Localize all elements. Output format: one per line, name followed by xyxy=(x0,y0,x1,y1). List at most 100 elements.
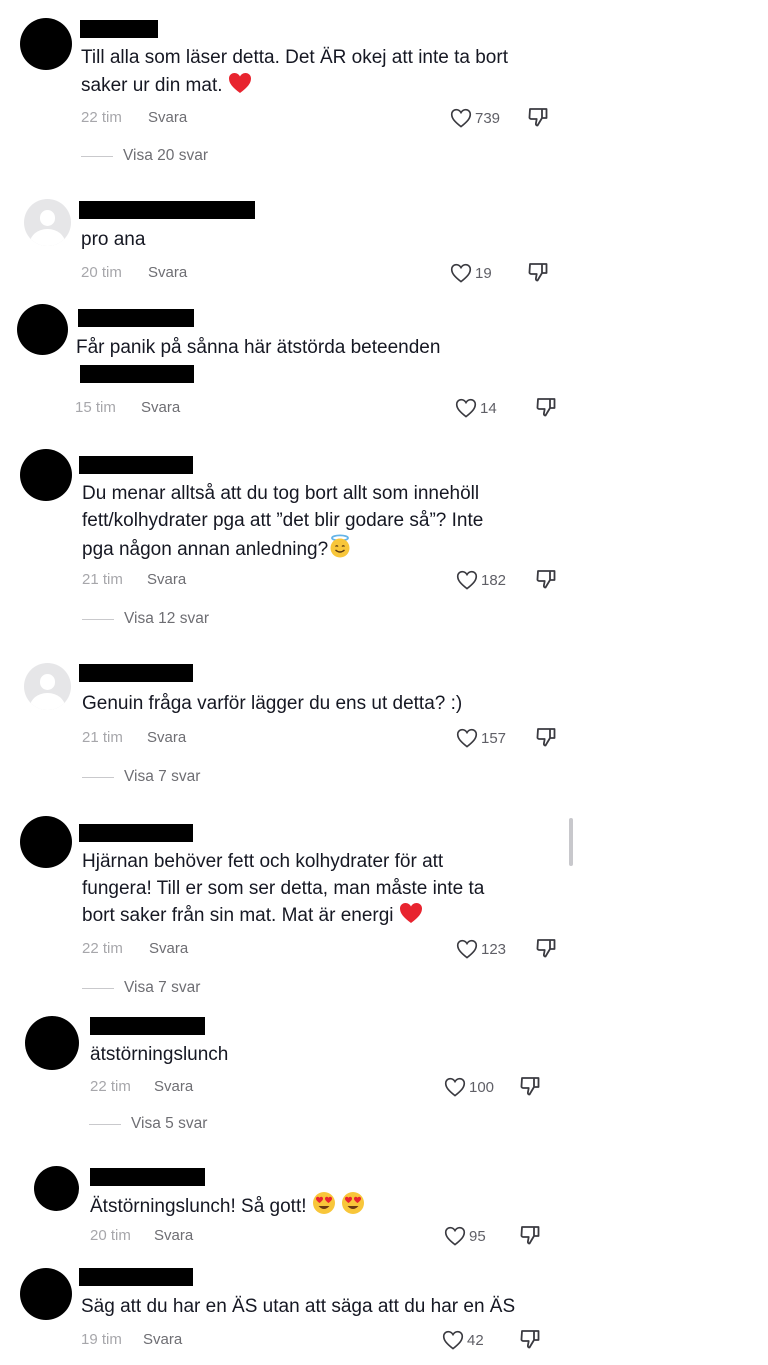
reply-button[interactable]: Svara xyxy=(148,108,187,128)
reply-button[interactable]: Svara xyxy=(154,1077,193,1097)
red-heart-emoji xyxy=(228,72,252,103)
comment-text-line: pro ana xyxy=(81,229,146,250)
avatar[interactable] xyxy=(34,1166,79,1211)
comment-text-line: Du menar alltså att du tog bort allt som… xyxy=(82,483,480,504)
thumbs-down-icon xyxy=(520,1330,540,1349)
like-count: 739 xyxy=(475,109,501,127)
thumbs-down-icon xyxy=(536,728,556,747)
like-count: 157 xyxy=(481,729,507,747)
like-button[interactable]: 14 xyxy=(455,397,497,419)
reply-button[interactable]: Svara xyxy=(147,728,186,748)
reply-button[interactable]: Svara xyxy=(154,1226,193,1246)
avatar[interactable] xyxy=(20,1268,72,1320)
like-button[interactable]: 182 xyxy=(456,569,506,591)
like-button[interactable]: 100 xyxy=(444,1076,494,1098)
dislike-button[interactable] xyxy=(527,106,549,128)
comment-time: 21 tim xyxy=(82,729,123,746)
comment-time: 15 tim xyxy=(75,399,116,416)
comment-time: 22 tim xyxy=(81,109,122,126)
avatar[interactable] xyxy=(20,449,72,501)
comment-text: ätstörningslunch xyxy=(90,1042,228,1069)
divider xyxy=(81,155,113,157)
thumbs-down-icon xyxy=(520,1077,540,1096)
comment-time: 20 tim xyxy=(90,1227,131,1244)
like-button[interactable]: 157 xyxy=(456,727,506,749)
like-count: 123 xyxy=(481,940,507,958)
view-replies-label: Visa 20 svar xyxy=(123,147,209,164)
reply-button[interactable]: Svara xyxy=(148,263,187,283)
avatar[interactable] xyxy=(25,1016,79,1070)
thumbs-down-icon xyxy=(528,263,548,282)
avatar[interactable] xyxy=(17,304,68,355)
comment-time: 21 tim xyxy=(82,571,123,588)
reply-button[interactable]: Svara xyxy=(147,570,186,590)
dislike-button[interactable] xyxy=(519,1224,541,1246)
redacted-username[interactable] xyxy=(79,1268,193,1286)
view-replies-button[interactable]: Visa 5 svar xyxy=(89,1114,207,1134)
like-button[interactable]: 19 xyxy=(450,262,492,284)
heart-outline-icon xyxy=(456,939,478,959)
redacted-username[interactable] xyxy=(90,1017,205,1035)
like-button[interactable]: 95 xyxy=(444,1225,486,1247)
view-replies-label: Visa 5 svar xyxy=(131,1115,208,1132)
dislike-button[interactable] xyxy=(535,937,557,959)
comment-text: Till alla som läser detta. Det ÄR okej a… xyxy=(81,45,508,102)
comment-text-line: Ätstörningslunch! Så gott! xyxy=(90,1196,307,1217)
divider xyxy=(82,987,114,989)
comment-text: Hjärnan behöver fett och kolhydrater för… xyxy=(82,849,484,933)
comment-text: Du menar alltså att du tog bort allt som… xyxy=(82,481,483,567)
reply-button[interactable]: Svara xyxy=(149,939,188,959)
dislike-button[interactable] xyxy=(519,1075,541,1097)
redacted-badge xyxy=(80,365,194,383)
like-count: 95 xyxy=(469,1227,486,1245)
view-replies-button[interactable]: Visa 20 svar xyxy=(81,146,208,166)
reply-button[interactable]: Svara xyxy=(143,1330,182,1350)
comment-text-line: ätstörningslunch xyxy=(90,1044,229,1065)
comment-text: Genuin fråga varför lägger du ens ut det… xyxy=(82,691,462,718)
reply-button[interactable]: Svara xyxy=(141,398,180,418)
avatar[interactable] xyxy=(20,816,72,868)
thumbs-down-icon xyxy=(536,398,556,417)
comment-time: 20 tim xyxy=(81,264,122,281)
like-button[interactable]: 739 xyxy=(450,107,500,129)
comment-text: Ätstörningslunch! Så gott! xyxy=(90,1191,365,1224)
view-replies-button[interactable]: Visa 12 svar xyxy=(82,609,209,629)
dislike-button[interactable] xyxy=(527,261,549,283)
comment-text-line: Hjärnan behöver fett och kolhydrater för… xyxy=(82,851,444,872)
redacted-username[interactable] xyxy=(79,664,193,682)
redacted-username[interactable] xyxy=(90,1168,205,1186)
comment-time: 19 tim xyxy=(81,1331,122,1348)
comment-text-line: Till alla som läser detta. Det ÄR okej a… xyxy=(81,47,508,68)
dislike-button[interactable] xyxy=(535,396,557,418)
red-heart-emoji xyxy=(399,902,423,933)
comment-text-line: Får panik på sånna här ätstörda beteende… xyxy=(76,337,441,358)
view-replies-button[interactable]: Visa 7 svar xyxy=(82,767,200,787)
dislike-button[interactable] xyxy=(535,568,557,590)
scrollbar[interactable] xyxy=(569,818,573,866)
view-replies-label: Visa 7 svar xyxy=(124,979,201,996)
divider xyxy=(82,618,114,620)
redacted-username[interactable] xyxy=(80,20,158,38)
redacted-username[interactable] xyxy=(78,309,194,327)
heart-outline-icon xyxy=(456,728,478,748)
redacted-username[interactable] xyxy=(79,201,255,219)
like-button[interactable]: 42 xyxy=(442,1329,484,1351)
like-button[interactable]: 123 xyxy=(456,938,506,960)
thumbs-down-icon xyxy=(536,939,556,958)
comment-text-line: saker ur din mat. xyxy=(81,74,223,96)
dislike-button[interactable] xyxy=(535,726,557,748)
default-avatar[interactable] xyxy=(24,199,71,246)
dislike-button[interactable] xyxy=(519,1328,541,1350)
comment-text-line: fett/kolhydrater pga att ”det blir godar… xyxy=(82,509,484,531)
view-replies-button[interactable]: Visa 7 svar xyxy=(82,978,200,998)
redacted-username[interactable] xyxy=(79,456,193,474)
default-avatar[interactable] xyxy=(24,663,71,710)
like-count: 42 xyxy=(467,1331,484,1349)
heart-outline-icon xyxy=(442,1330,464,1350)
redacted-username[interactable] xyxy=(79,824,193,842)
comment-text-line: pga någon annan anledning? xyxy=(82,539,329,560)
view-replies-label: Visa 12 svar xyxy=(124,610,210,627)
comment-text: Säg att du har en ÄS utan att säga att d… xyxy=(81,1294,515,1321)
avatar[interactable] xyxy=(20,18,72,70)
like-count: 182 xyxy=(481,571,507,589)
